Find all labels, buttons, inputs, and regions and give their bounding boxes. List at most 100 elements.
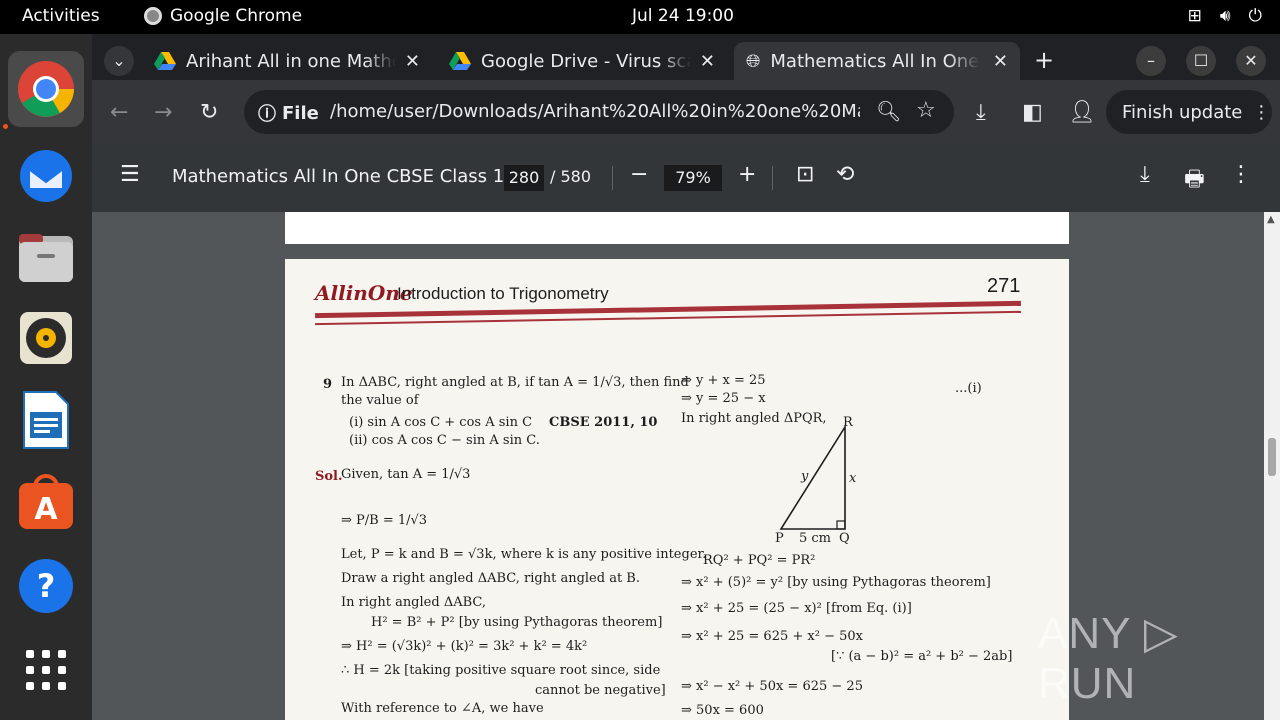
finish-update-label: Finish update (1122, 101, 1243, 123)
vertex-label: R (843, 415, 853, 430)
side-label: y (801, 469, 809, 484)
download-icon[interactable]: ⤓ (1140, 162, 1150, 187)
tab-title: Google Drive - Virus scar (481, 50, 691, 72)
reload-icon[interactable]: ↻ (200, 100, 218, 125)
solution-line: H² = B² + P² [by using Pythagoras theore… (371, 615, 663, 630)
app-menu[interactable]: Google Chrome (144, 6, 302, 26)
volume-icon: 🔊︎ (1219, 6, 1231, 26)
solution-line: cannot be negative] (535, 683, 666, 698)
solution-line: In right angled ΔABC, (341, 595, 486, 610)
tab-title: Arihant All in one Mathe (186, 50, 396, 72)
fit-page-icon[interactable]: ⊡ (796, 162, 814, 187)
page-number: 271 (987, 275, 1021, 297)
close-icon[interactable]: ✕ (993, 51, 1008, 72)
power-icon: ⏻ (1248, 6, 1262, 26)
question-text: In ΔABC, right angled at B, if tan A = 1… (341, 375, 689, 390)
solution-line: ⇒ y = 25 − x (681, 391, 766, 406)
scroll-thumb[interactable] (1268, 438, 1276, 476)
zoom-magnifier-icon[interactable]: 🔍︎ (876, 99, 901, 123)
minimize-button[interactable]: – (1136, 46, 1166, 76)
clock[interactable]: Jul 24 19:00 (632, 6, 734, 26)
anyrun-watermark: ANY ▷ RUN (1038, 609, 1179, 708)
dock-files[interactable] (8, 220, 84, 296)
menu-icon[interactable]: ☰ (120, 162, 140, 187)
globe-icon: 🌐︎ (746, 50, 761, 72)
address-bar[interactable]: ⓘ File /home/user/Downloads/Arihant%20Al… (244, 90, 954, 134)
dock-help[interactable]: ? (8, 548, 84, 624)
divider (772, 166, 773, 190)
solution-line: ⇒ x² + (5)² = y² [by using Pythagoras th… (681, 575, 991, 590)
solution-label: Sol. (315, 469, 343, 484)
dock-writer[interactable] (8, 382, 84, 458)
more-vert-icon: ⋮ (1252, 101, 1271, 123)
forward-arrow-icon[interactable]: → (154, 100, 172, 125)
maximize-button[interactable]: ☐ (1186, 46, 1216, 76)
print-icon[interactable]: 🖶 (1184, 162, 1205, 200)
tab-google-drive[interactable]: Google Drive - Virus scar ✕ (437, 42, 727, 80)
zoom-out-icon[interactable]: − (630, 162, 648, 187)
chapter-title: Introduction to Trigonometry (397, 284, 609, 303)
vertex-label: P (775, 531, 784, 546)
svg-text:?: ? (37, 567, 56, 605)
solution-line: ⇒ P/B = 1/√3 (341, 513, 428, 528)
side-label: x (849, 471, 857, 486)
back-arrow-icon[interactable]: ← (110, 100, 128, 125)
app-center-icon: A (19, 474, 73, 529)
solution-line: ⇒ H² = (√3k)² + (k)² = 3k² + k² = 4k² (341, 639, 588, 654)
new-tab-button[interactable]: + (1034, 46, 1054, 74)
system-tray[interactable]: ⊞ 🔊︎ ⏻ (1188, 6, 1262, 26)
dock-chrome[interactable] (8, 51, 84, 127)
tab-search-button[interactable]: ⌄ (104, 46, 134, 76)
network-icon: ⊞ (1187, 6, 1202, 26)
dock-thunderbird[interactable] (8, 136, 84, 212)
tab-arihant[interactable]: Arihant All in one Mathe ✕ (142, 42, 432, 80)
running-indicator (3, 124, 8, 129)
help-icon: ? (19, 559, 73, 613)
page-number-input[interactable]: 280 (504, 165, 544, 191)
side-label: 5 cm (799, 531, 832, 546)
pdf-toolbar: ☰ Mathematics All In One CBSE Class 1...… (92, 144, 1280, 212)
solution-line: ⇒ x² − x² + 50x = 625 − 25 (681, 679, 863, 694)
solution-line: ⇒ x² + 25 = (25 − x)² [from Eq. (i)] (681, 601, 912, 616)
page-total: / 580 (550, 167, 592, 186)
svg-text:A: A (34, 492, 58, 527)
close-window-button[interactable]: ✕ (1236, 46, 1266, 76)
google-drive-icon (449, 51, 471, 71)
app-grid-icon (26, 650, 66, 690)
solution-line: Let, P = k and B = √3k, where k is any p… (341, 547, 707, 562)
zoom-in-icon[interactable]: + (738, 162, 756, 187)
chrome-icon (18, 61, 74, 117)
chrome-small-icon (144, 7, 162, 25)
scroll-up-icon[interactable]: ▲ (1267, 214, 1275, 225)
solution-line: ⇒ 50x = 600 (681, 703, 764, 718)
pdf-page: AllinOne Introduction to Trigonometry 27… (285, 259, 1069, 720)
site-info-chip[interactable]: ⓘ File (258, 100, 319, 126)
question-number: 9 (323, 377, 333, 392)
google-drive-icon (154, 51, 176, 71)
equation-tag: ...(i) (955, 381, 982, 396)
side-panel-icon[interactable]: ◧ (1022, 100, 1043, 125)
profile-icon[interactable]: 👤︎ (1068, 100, 1096, 125)
tab-strip: ⌄ Arihant All in one Mathe ✕ Google Driv… (92, 34, 1280, 80)
dock-app-grid[interactable] (8, 632, 84, 708)
dock-rhythmbox[interactable] (8, 300, 84, 376)
download-icon[interactable]: ⤓ (976, 100, 986, 125)
solution-line: ⇒ y + x = 25 (681, 373, 766, 388)
pdf-title: Mathematics All In One CBSE Class 1... (172, 166, 522, 187)
rotate-icon[interactable]: ⟲ (836, 162, 854, 187)
close-icon[interactable]: ✕ (700, 51, 715, 72)
question-reference: CBSE 2011, 10 (549, 415, 658, 430)
rhythmbox-icon (20, 312, 72, 364)
close-icon[interactable]: ✕ (405, 51, 420, 72)
dock-app-center[interactable]: A (8, 464, 84, 540)
finish-update-button[interactable]: Finish update ⋮ (1106, 90, 1272, 134)
divider (612, 166, 613, 190)
info-icon: ⓘ (258, 104, 276, 125)
bookmark-star-icon[interactable]: ☆ (916, 98, 936, 123)
more-vert-icon[interactable]: ⋮ (1230, 162, 1252, 187)
zoom-input[interactable]: 79% (664, 165, 722, 191)
app-name-label: Google Chrome (170, 6, 303, 26)
activities-button[interactable]: Activities (22, 6, 100, 26)
url-text[interactable]: /home/user/Downloads/Arihant%20All%20in%… (330, 101, 860, 122)
tab-mathematics[interactable]: 🌐︎ Mathematics All In One ( ✕ (734, 42, 1020, 80)
